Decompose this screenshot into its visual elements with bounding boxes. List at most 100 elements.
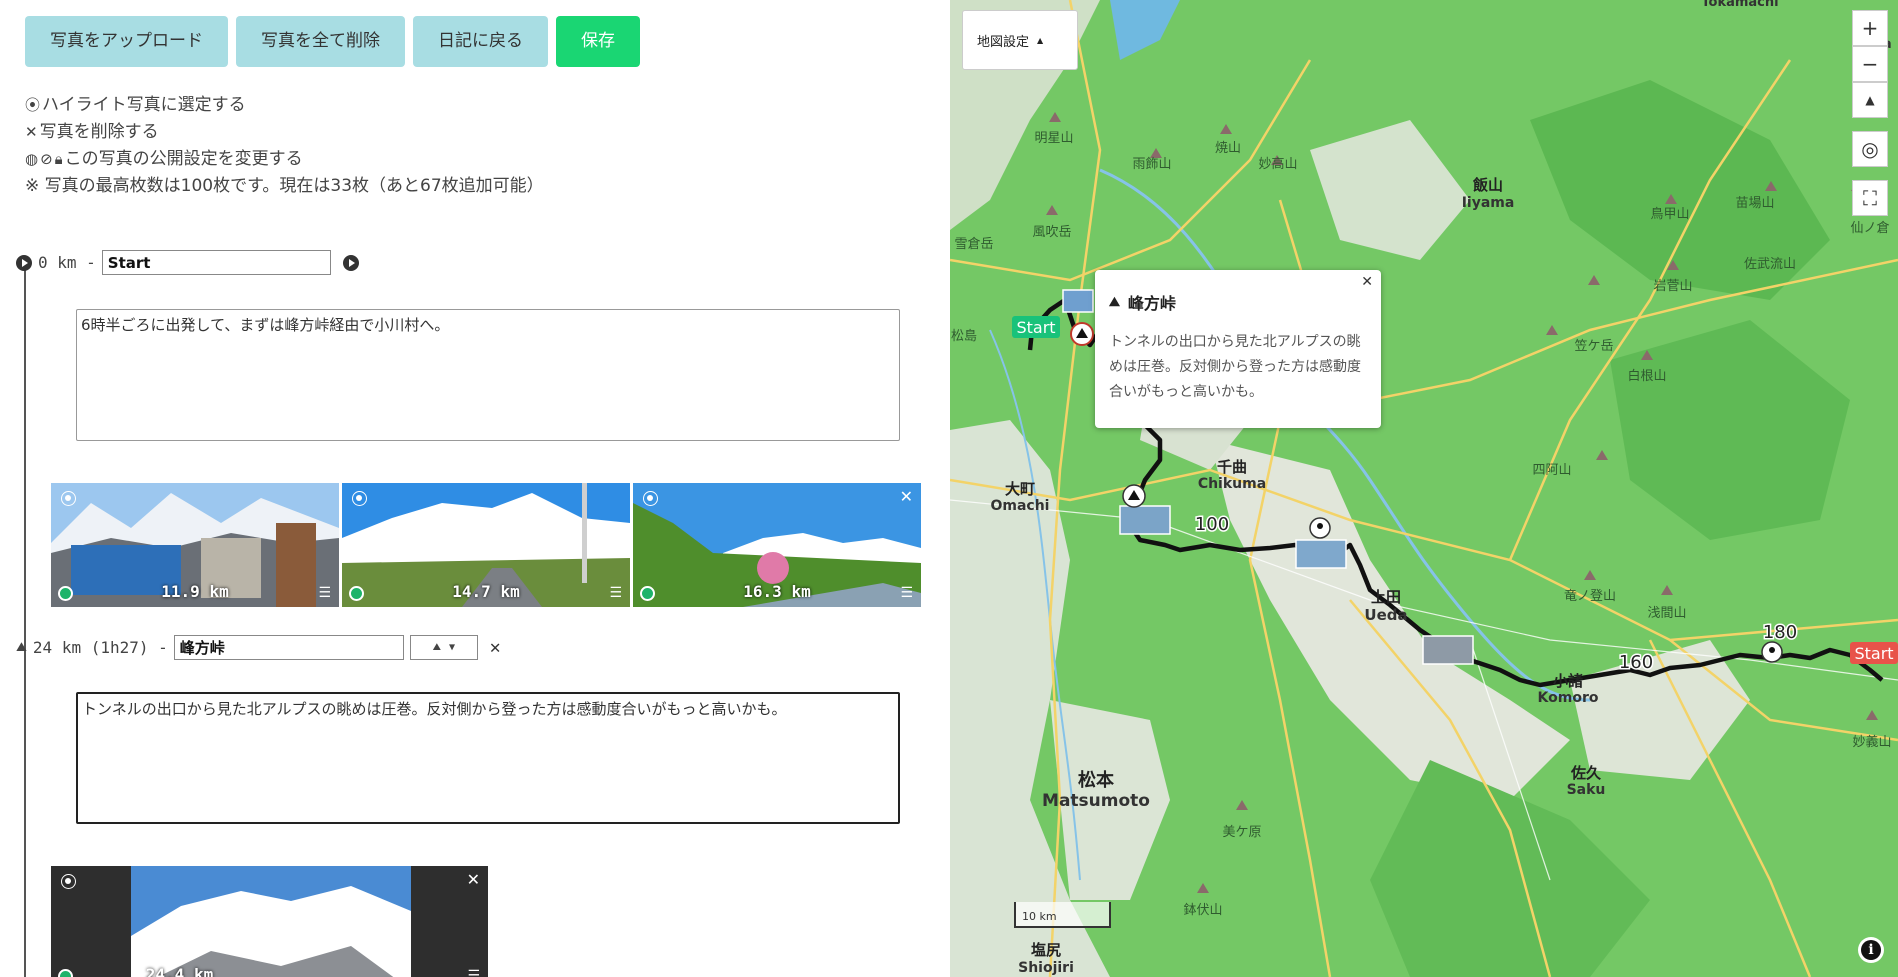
popup-title: ⛰︎ 峰方峠	[1109, 290, 1367, 314]
legend: ⦿ ハイライト写真に選定する ✕ 写真を削除する ◍ ⊘ 🔒︎ この写真の公開設…	[25, 92, 544, 200]
attribution-button[interactable]: i	[1858, 937, 1884, 963]
info-icon: i	[1861, 940, 1881, 960]
photo-distance: 24.4 km	[145, 965, 214, 977]
highlight-icon[interactable]	[643, 491, 658, 506]
lock-icon: 🔒︎	[54, 150, 63, 168]
highlight-icon: ⦿	[25, 96, 41, 114]
svg-text:Ueda: Ueda	[1364, 606, 1407, 624]
svg-text:妙義山: 妙義山	[1852, 734, 1891, 750]
svg-text:岩菅山: 岩菅山	[1653, 279, 1692, 294]
legend-highlight-text: ハイライト写真に選定する	[42, 95, 246, 115]
svg-text:佐久: 佐久	[1570, 764, 1602, 782]
mountain-icon: ⛰︎	[432, 642, 441, 653]
close-icon: ✕	[25, 123, 38, 141]
waypoint-name-input[interactable]	[173, 635, 404, 660]
legend-delete-text: 写真を削除する	[39, 122, 159, 142]
waypoint-start-row: 0 km -	[16, 250, 359, 275]
svg-text:飯山: 飯山	[1472, 176, 1503, 194]
svg-text:笠ケ岳: 笠ケ岳	[1574, 339, 1613, 354]
menu-icon[interactable]: ☰	[467, 968, 480, 977]
svg-text:仙ノ倉: 仙ノ倉	[1850, 221, 1889, 236]
locate-button[interactable]: ◎	[1852, 131, 1888, 167]
close-icon[interactable]: ✕	[900, 487, 913, 506]
svg-text:上田: 上田	[1371, 588, 1401, 606]
menu-icon[interactable]: ☰	[609, 585, 622, 601]
compass-button[interactable]: ▲	[1852, 82, 1888, 118]
caret-down-icon: ▼	[448, 642, 455, 653]
svg-text:松本: 松本	[1078, 769, 1114, 791]
close-icon[interactable]: ✕	[1361, 274, 1373, 290]
waypoint-popup: ✕ ⛰︎ 峰方峠 トンネルの出口から見た北アルプスの眺めは圧巻。反対側から登った…	[1095, 270, 1381, 428]
legend-visibility-text: この写真の公開設定を変更する	[64, 149, 303, 169]
svg-text:竜ノ登山: 竜ノ登山	[1564, 589, 1616, 604]
photo-thumbnail[interactable]: 14.7 km ☰	[342, 483, 630, 607]
svg-text:大町: 大町	[1005, 480, 1035, 498]
close-icon[interactable]: ✕	[467, 870, 480, 889]
waypoint-comment-field[interactable]: トンネルの出口から見た北アルプスの眺めは圧巻。反対側から登った方は感動度合いがも…	[76, 692, 900, 824]
photo-thumbnail[interactable]: ✕ 16.3 km ☰	[633, 483, 921, 607]
svg-text:明星山: 明星山	[1034, 131, 1073, 146]
svg-text:雪倉岳: 雪倉岳	[954, 237, 993, 252]
map-settings-button[interactable]: 地図設定 ▲	[962, 10, 1078, 70]
waypoint-type-select[interactable]: ⛰︎ ▼	[409, 635, 478, 660]
distance-label-160: 160	[1619, 652, 1653, 673]
mountain-icon: ⛰︎	[1109, 294, 1120, 310]
play-icon[interactable]	[342, 254, 359, 271]
scale-label: 10 km	[1022, 910, 1057, 923]
waypoint-distance: 24 km (1h27) -	[32, 638, 168, 657]
scale-bar: 10 km	[1014, 902, 1111, 928]
waypoint-pass-row: ⛰︎ 24 km (1h27) - ⛰︎ ▼ ✕	[16, 635, 501, 660]
waypoint-name-input[interactable]	[101, 250, 331, 275]
svg-text:Iiyama: Iiyama	[1462, 195, 1515, 211]
highlight-icon[interactable]	[61, 874, 76, 889]
highlight-icon[interactable]	[352, 491, 367, 506]
play-icon	[16, 254, 32, 271]
waypoint-comment-field[interactable]: 6時半ごろに出発して、まずは峰方峠経由で小川村へ。	[76, 309, 900, 441]
timeline-line	[24, 262, 26, 977]
svg-text:鳥甲山: 鳥甲山	[1650, 207, 1689, 222]
globe-icon: ◍	[25, 150, 39, 168]
fullscreen-button[interactable]: ⛶	[1852, 180, 1888, 216]
save-button[interactable]: 保存	[556, 16, 640, 67]
svg-text:苗場山: 苗場山	[1735, 196, 1774, 211]
photo-thumbnail[interactable]: 11.9 km ☰	[51, 483, 339, 607]
start-marker-left[interactable]: Start	[1016, 318, 1055, 337]
legend-highlight: ⦿ ハイライト写真に選定する	[25, 92, 544, 119]
delete-all-photos-button[interactable]: 写真を全て削除	[236, 16, 405, 67]
crosshair-icon: ◎	[1861, 137, 1879, 161]
map-settings-label: 地図設定	[977, 34, 1030, 50]
zoom-out-button[interactable]: −	[1852, 46, 1888, 82]
svg-text:雨飾山: 雨飾山	[1132, 157, 1171, 172]
compass-icon: ▲	[1865, 93, 1875, 107]
upload-photo-button[interactable]: 写真をアップロード	[25, 16, 228, 67]
legend-visibility: ◍ ⊘ 🔒︎ この写真の公開設定を変更する	[25, 146, 544, 173]
svg-text:白根山: 白根山	[1627, 368, 1666, 384]
svg-text:Omachi: Omachi	[990, 498, 1049, 514]
photo-image	[51, 866, 488, 977]
waypoint-distance: 0 km -	[38, 253, 96, 272]
svg-text:Saku: Saku	[1567, 782, 1606, 798]
svg-text:鉢伏山: 鉢伏山	[1183, 903, 1222, 918]
menu-icon[interactable]: ☰	[900, 585, 913, 601]
svg-text:佐武流山: 佐武流山	[1744, 257, 1796, 272]
zoom-in-button[interactable]: +	[1852, 10, 1888, 46]
close-icon[interactable]: ✕	[490, 637, 501, 658]
legend-note-text: ※ 写真の最高枚数は100枚です。現在は33枚（あと67枚追加可能）	[25, 176, 544, 196]
photo-strip: 11.9 km ☰ 14.7 km ☰ ✕ 16.3 km ☰	[51, 483, 921, 607]
svg-text:塩尻: 塩尻	[1031, 941, 1061, 959]
photo-thumbnail[interactable]: ✕ 24.4 km ☰	[51, 866, 488, 977]
map-canvas[interactable]: 明星山 雨飾山 焼山 妙高山 風吹岳 雪倉岳 松島 鳥甲山 苗場山 佐武流山 岩…	[950, 0, 1898, 977]
legend-delete: ✕ 写真を削除する	[25, 119, 544, 146]
route-map[interactable]: 明星山 雨飾山 焼山 妙高山 風吹岳 雪倉岳 松島 鳥甲山 苗場山 佐武流山 岩…	[950, 0, 1898, 977]
svg-text:Shiojiri: Shiojiri	[1018, 960, 1074, 976]
svg-text:Komoro: Komoro	[1538, 690, 1599, 706]
photo-distance: 14.7 km	[452, 582, 520, 601]
back-to-diary-button[interactable]: 日記に戻る	[413, 16, 548, 67]
start-marker-right[interactable]: Start	[1854, 644, 1893, 663]
photo-distance: 11.9 km	[161, 582, 229, 601]
menu-icon[interactable]: ☰	[318, 585, 331, 601]
highlight-icon[interactable]	[61, 491, 76, 506]
svg-text:Chikuma: Chikuma	[1198, 476, 1266, 492]
popup-body: トンネルの出口から見た北アルプスの眺めは圧巻。反対側から登った方は感動度合いがも…	[1109, 334, 1361, 400]
svg-text:Tokamachi: Tokamachi	[1701, 0, 1778, 10]
